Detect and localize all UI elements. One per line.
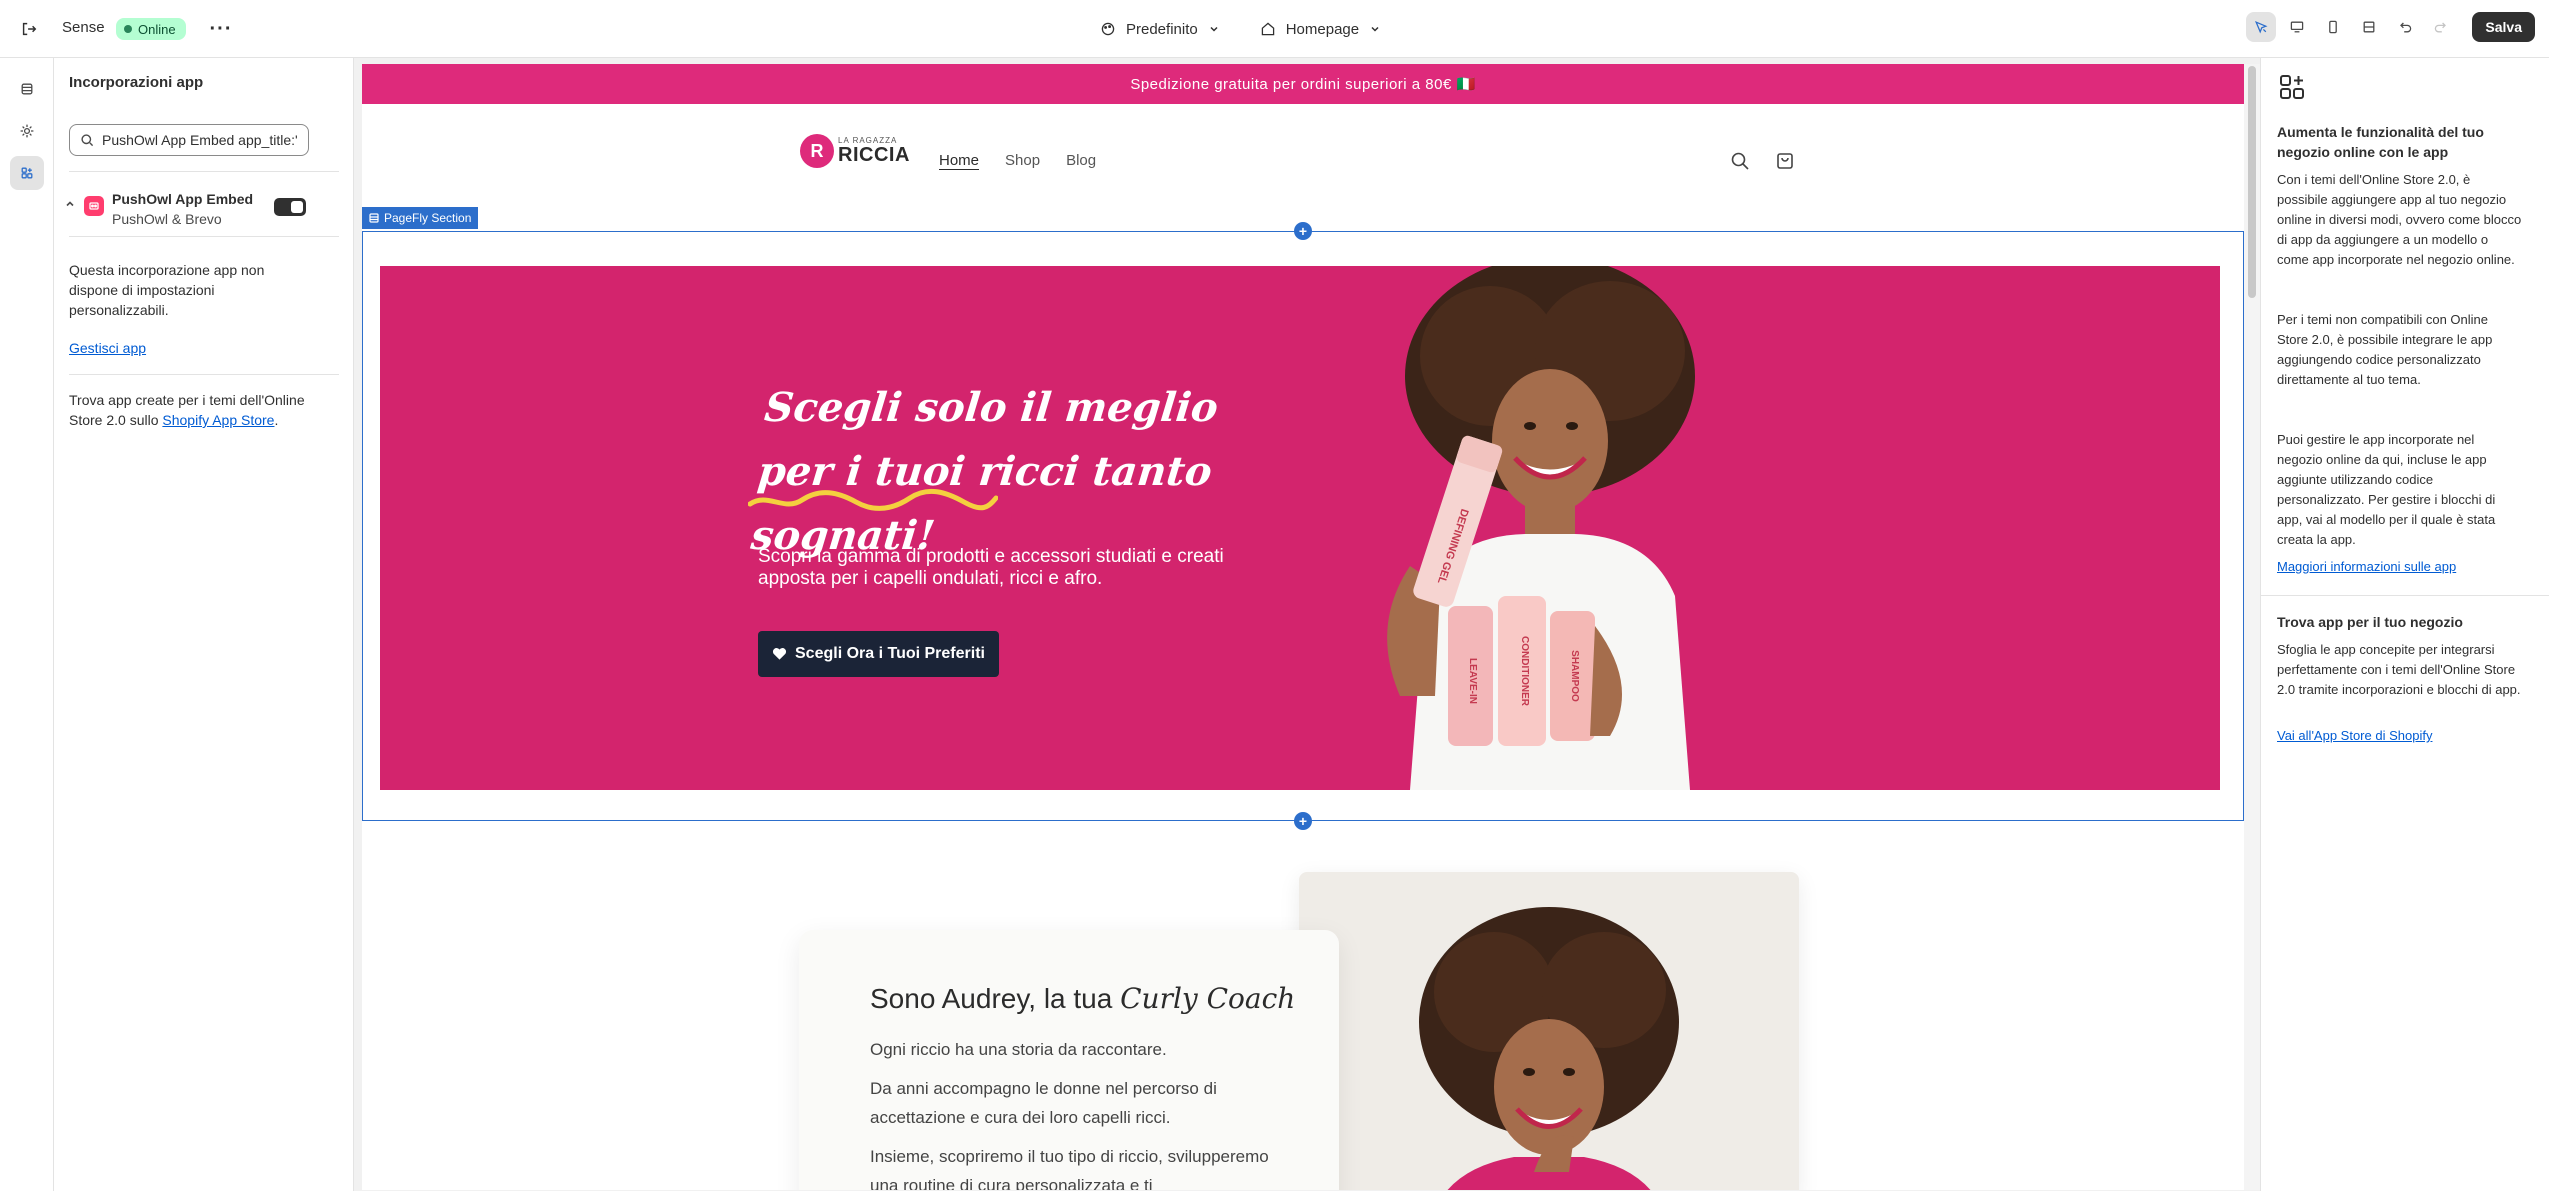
shopify-app-store-link[interactable]: Vai all'App Store di Shopify [2277,728,2432,743]
editor-topbar: Sense Online ··· Predefinito Homepage Sa… [0,0,2549,58]
chevron-down-icon [1371,26,1379,32]
redo-icon[interactable] [2426,12,2456,42]
help-paragraph: Con i temi dell'Online Store 2.0, è poss… [2277,172,2522,267]
coach-title-italic: Curly Coach [1120,982,1296,1015]
hero-title: Scegli solo il meglio per i tuoi ricci t… [748,384,1221,559]
help-paragraph: Sfoglia le app concepite per integrarsi … [2277,642,2521,697]
fullscreen-icon[interactable] [2354,12,2384,42]
exit-icon[interactable] [14,14,44,44]
undo-icon[interactable] [2390,12,2420,42]
settings-gear-icon[interactable] [10,114,44,148]
help-heading: Trova app per il tuo negozio [2277,614,2463,630]
home-icon [1261,22,1274,36]
no-settings-text: Questa incorporazione app non dispone di… [69,262,265,318]
squiggle-decoration [748,488,998,511]
hero-cta-label: Scegli Ora i Tuoi Preferiti [795,645,985,662]
panel-title: Incorporazioni app [69,74,204,91]
nav-item-home[interactable]: Home [939,152,979,169]
hero-cta-button[interactable]: Scegli Ora i Tuoi Preferiti [758,631,999,677]
coach-paragraph: Insieme, scopriremo il tuo tipo di ricci… [870,1147,1269,1190]
hero-model-image: DEFINING GEL LEAVE-IN CONDITIONER SHAMPO… [1387,266,1695,790]
divider [2261,595,2549,596]
announcement-bar: Spedizione gratuita per ordini superiori… [362,64,2244,104]
theme-select[interactable]: Predefinito [1100,21,1220,38]
status-label: Online [138,21,176,37]
search-icon[interactable] [1725,146,1755,176]
theme-preview: Spedizione gratuita per ordini superiori… [354,58,2260,1191]
chevron-down-icon [1210,26,1218,32]
add-section-icon[interactable]: + [1294,812,1312,830]
status-badge: Online [116,18,186,40]
nav-item-shop[interactable]: Shop [1005,152,1040,169]
app-embed-toggle[interactable] [274,198,306,216]
topbar-actions: Salva [2246,12,2535,42]
sections-icon[interactable] [10,72,44,106]
inspector-icon[interactable] [2246,12,2277,42]
manage-app-link[interactable]: Gestisci app [69,338,146,358]
shopify-app-store-link[interactable]: Shopify App Store [162,412,274,428]
scrollbar-thumb[interactable] [2248,66,2256,298]
mobile-view-icon[interactable] [2318,12,2348,42]
logo-text: LA RAGAZZA RICCIA [838,137,910,166]
app-embed-row[interactable]: PushOwl App Embed PushOwl & Brevo [54,128,354,228]
logo-wordmark: RICCIA [838,144,910,166]
help-paragraph: Puoi gestire le app incorporate nel nego… [2277,432,2496,547]
heart-icon [772,648,787,660]
app-vendor: PushOwl & Brevo [112,211,222,227]
chevron-up-icon[interactable] [64,198,76,213]
divider [69,236,339,237]
product-label: SHAMPOO [1569,650,1580,702]
help-heading: Aumenta le funzionalità del tuo negozio … [2277,124,2484,160]
pushowl-logo-icon [84,196,104,216]
find-apps-end: . [274,412,279,428]
section-icon [369,213,379,223]
divider [69,374,339,375]
logo-mark-icon: R [800,134,834,168]
product-label: LEAVE-IN [1467,658,1478,704]
app-embeds-icon[interactable] [10,156,44,190]
preview-scrollbar[interactable] [2244,64,2260,1190]
page-select[interactable]: Homepage [1260,21,1381,38]
product-label: CONDITIONER [1519,636,1530,707]
nav-item-blog[interactable]: Blog [1066,152,1096,169]
add-section-icon[interactable]: + [1294,222,1312,240]
hero-subtitle: Scopri la gamma di prodotti e accessori … [758,546,1224,589]
apps-plus-icon [2277,72,2307,102]
help-panel: Aumenta le funzionalità del tuo negozio … [2260,58,2549,1191]
cart-icon[interactable] [1770,146,1800,176]
main-nav: Home Shop Blog [939,152,1096,169]
app-embeds-panel: Incorporazioni app PushOwl App Embed Pus… [54,58,354,1191]
desktop-view-icon[interactable] [2282,12,2312,42]
section-label-text: PageFly Section [384,211,472,225]
context-selectors: Predefinito Homepage [1100,14,1381,44]
coach-paragraph: Ogni riccio ha una storia da raccontare. [870,1040,1167,1059]
section-label[interactable]: PageFly Section [362,207,479,229]
storefront-frame: Spedizione gratuita per ordini superiori… [362,64,2244,1190]
coach-photo [1299,872,1799,1190]
site-header: R LA RAGAZZA RICCIA Home Shop Blog [362,104,2244,199]
page-select-label: Homepage [1285,20,1360,38]
theme-select-label: Predefinito [1126,20,1198,38]
coach-title: Sono Audrey, la tua Curly Coach [870,982,1295,1015]
store-name: Sense [62,19,105,36]
store-logo[interactable]: R LA RAGAZZA RICCIA [800,134,910,168]
palette-icon [1101,22,1115,36]
find-apps-text: Trova app create per i temi dell'Online … [69,390,309,430]
help-paragraph: Per i temi non compatibili con Online St… [2277,312,2493,387]
save-button[interactable]: Salva [2472,12,2535,42]
coach-title-prefix: Sono Audrey, la tua [870,983,1113,1014]
hero-banner: Scegli solo il meglio per i tuoi ricci t… [380,266,2220,790]
more-actions-icon[interactable]: ··· [206,14,236,44]
app-info-link[interactable]: Maggiori informazioni sulle app [2277,559,2456,574]
editor-rail [0,58,54,1191]
app-name: PushOwl App Embed [112,191,254,207]
coach-paragraph: Da anni accompagno le donne nel percorso… [870,1079,1217,1127]
status-dot [124,25,132,33]
